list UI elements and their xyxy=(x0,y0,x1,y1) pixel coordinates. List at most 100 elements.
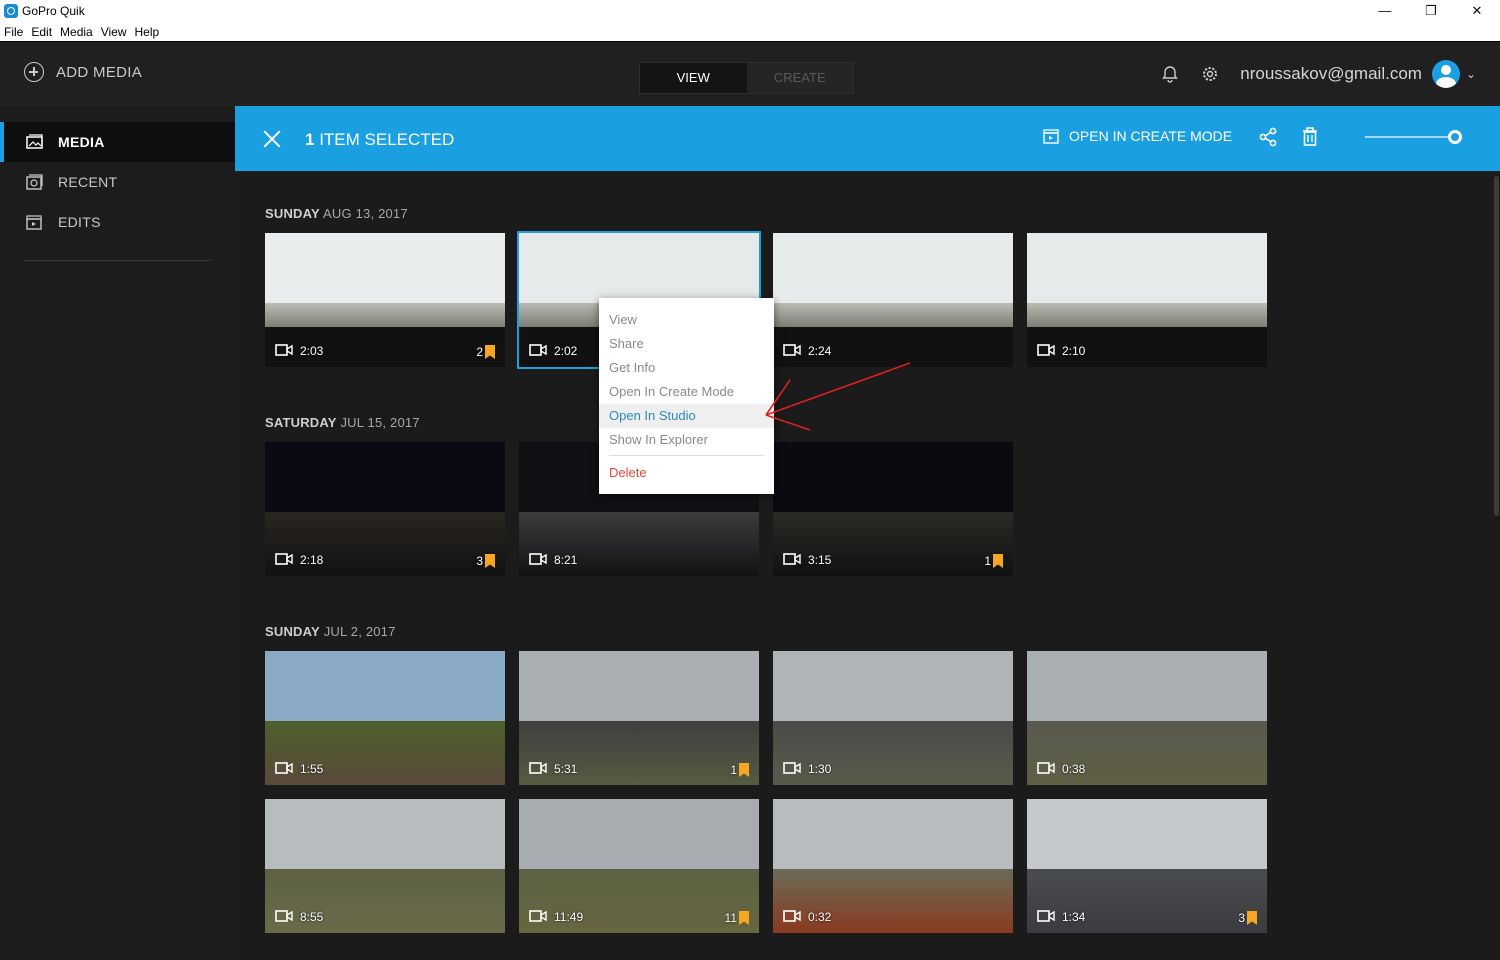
date-group-label: SUNDAY AUG 13, 2017 xyxy=(265,206,408,221)
zoom-slider[interactable] xyxy=(1365,130,1462,144)
menu-view[interactable]: View xyxy=(97,25,131,39)
thumbnail-image xyxy=(519,233,759,307)
sidebar-item-edits[interactable]: EDITS xyxy=(0,202,235,242)
video-duration: 2:18 xyxy=(300,553,324,567)
media-thumbnail[interactable]: 0:32 xyxy=(773,799,1013,933)
gopro-app-icon xyxy=(4,4,18,18)
date-group-day: SATURDAY xyxy=(265,415,337,430)
media-thumbnail[interactable]: 0:38 xyxy=(1027,651,1267,785)
window-title: GoPro Quik xyxy=(22,4,85,18)
trash-icon[interactable] xyxy=(1300,126,1320,153)
thumbnail-image xyxy=(1027,651,1267,725)
media-thumbnail[interactable]: 2:24 xyxy=(773,233,1013,367)
video-camera-icon xyxy=(1037,910,1055,922)
sidebar-item-recent[interactable]: RECENT xyxy=(0,162,235,202)
video-duration: 5:31 xyxy=(554,762,578,776)
minimize-icon[interactable]: — xyxy=(1362,0,1408,22)
window-titlebar: GoPro Quik — ❐ ✕ xyxy=(0,0,1500,22)
media-thumbnail[interactable]: 11:49 11 xyxy=(519,799,759,933)
menu-bar: File Edit Media View Help xyxy=(0,22,1500,42)
scrollbar[interactable] xyxy=(1493,171,1500,960)
highlight-tag-icon xyxy=(485,554,495,568)
annotation-arrow xyxy=(765,362,911,431)
media-thumbnail[interactable]: 1:34 3 xyxy=(1027,799,1267,933)
close-icon[interactable] xyxy=(263,130,281,148)
video-camera-icon xyxy=(275,910,293,922)
menu-item-get-info[interactable]: Get Info xyxy=(599,356,774,380)
tab-create[interactable]: CREATE xyxy=(746,63,853,93)
video-duration: 1:30 xyxy=(808,762,832,776)
media-thumbnail[interactable]: 5:31 1 xyxy=(519,651,759,785)
scrollbar-thumb[interactable] xyxy=(1494,176,1499,516)
menu-help[interactable]: Help xyxy=(131,25,164,39)
menu-edit[interactable]: Edit xyxy=(27,25,56,39)
media-thumbnail[interactable]: 1:55 xyxy=(265,651,505,785)
chevron-down-icon[interactable]: ⌄ xyxy=(1466,67,1476,81)
sidebar: MEDIA RECENT EDITS xyxy=(0,106,235,960)
video-camera-icon xyxy=(529,762,547,774)
thumbnail-image xyxy=(1027,799,1267,873)
media-grid: SUNDAY AUG 13, 2017 2:03 2 2:02 2:24 2:10 SATU… xyxy=(235,171,1493,960)
date-group-date: AUG 13, 2017 xyxy=(319,206,408,221)
thumbnail-image xyxy=(773,651,1013,725)
media-thumbnail[interactable]: 2:03 2 xyxy=(265,233,505,367)
restore-icon[interactable]: ❐ xyxy=(1408,0,1454,22)
menu-item-open-in-studio[interactable]: Open In Studio xyxy=(599,404,774,428)
account-email[interactable]: nroussakov@gmail.com xyxy=(1240,64,1422,84)
highlight-count-number: 11 xyxy=(724,911,737,925)
tab-view[interactable]: VIEW xyxy=(640,63,747,93)
video-camera-icon xyxy=(529,344,547,356)
menu-file[interactable]: File xyxy=(0,25,27,39)
highlight-count-number: 3 xyxy=(1238,911,1245,925)
sidebar-item-label: EDITS xyxy=(58,214,101,230)
media-thumbnail[interactable]: 1:30 xyxy=(773,651,1013,785)
avatar[interactable] xyxy=(1431,60,1460,88)
highlight-count-number: 3 xyxy=(476,554,483,568)
menu-item-view[interactable]: View xyxy=(599,308,774,332)
video-duration: 0:38 xyxy=(1062,762,1086,776)
add-media-button[interactable]: ADD MEDIA xyxy=(24,62,142,82)
selection-bar: 1 ITEM SELECTED OPEN IN CREATE MODE xyxy=(235,106,1500,171)
thumbnail-image xyxy=(265,233,505,307)
highlight-count: 1 xyxy=(984,554,1003,568)
thumbnail-image xyxy=(773,799,1013,873)
highlight-count-number: 1 xyxy=(984,554,991,568)
sidebar-item-media[interactable]: MEDIA xyxy=(0,122,235,162)
selection-count: 1 ITEM SELECTED xyxy=(305,130,454,150)
thumbnail-image xyxy=(1027,233,1267,307)
media-thumbnail[interactable]: 2:10 xyxy=(1027,233,1267,367)
video-duration: 2:03 xyxy=(300,344,324,358)
share-icon[interactable] xyxy=(1257,126,1279,153)
menu-item-delete[interactable]: Delete xyxy=(599,461,774,485)
video-camera-icon xyxy=(783,553,801,565)
highlight-count: 1 xyxy=(730,763,749,777)
recent-icon xyxy=(26,174,43,190)
media-thumbnail[interactable]: 8:55 xyxy=(265,799,505,933)
thumbnail-image xyxy=(265,442,505,516)
highlight-tag-icon xyxy=(485,345,495,359)
video-camera-icon xyxy=(783,910,801,922)
media-thumbnail[interactable]: 3:15 1 xyxy=(773,442,1013,576)
date-group-date: JUL 2, 2017 xyxy=(319,624,396,639)
thumbnail-image xyxy=(773,233,1013,307)
mode-switch: VIEW CREATE xyxy=(639,62,854,94)
menu-item-share[interactable]: Share xyxy=(599,332,774,356)
context-menu: View Share Get Info Open In Create Mode … xyxy=(599,298,774,494)
gear-icon[interactable] xyxy=(1200,64,1220,84)
open-in-create-mode-label: OPEN IN CREATE MODE xyxy=(1069,128,1233,144)
menu-item-open-in-create-mode[interactable]: Open In Create Mode xyxy=(599,380,774,404)
bell-icon[interactable] xyxy=(1160,64,1180,84)
thumbnail-image xyxy=(519,799,759,873)
selection-count-number: 1 xyxy=(305,130,315,149)
zoom-slider-knob[interactable] xyxy=(1448,130,1462,144)
open-in-create-mode-button[interactable]: OPEN IN CREATE MODE xyxy=(1043,128,1232,144)
menu-separator xyxy=(609,455,764,456)
video-duration: 8:55 xyxy=(300,910,324,924)
highlight-count: 3 xyxy=(1238,911,1257,925)
close-window-icon[interactable]: ✕ xyxy=(1454,0,1500,22)
video-duration: 8:21 xyxy=(554,553,578,567)
video-camera-icon xyxy=(275,344,293,356)
media-thumbnail[interactable]: 2:18 3 xyxy=(265,442,505,576)
menu-item-show-in-explorer[interactable]: Show In Explorer xyxy=(599,428,774,452)
menu-media[interactable]: Media xyxy=(56,25,97,39)
